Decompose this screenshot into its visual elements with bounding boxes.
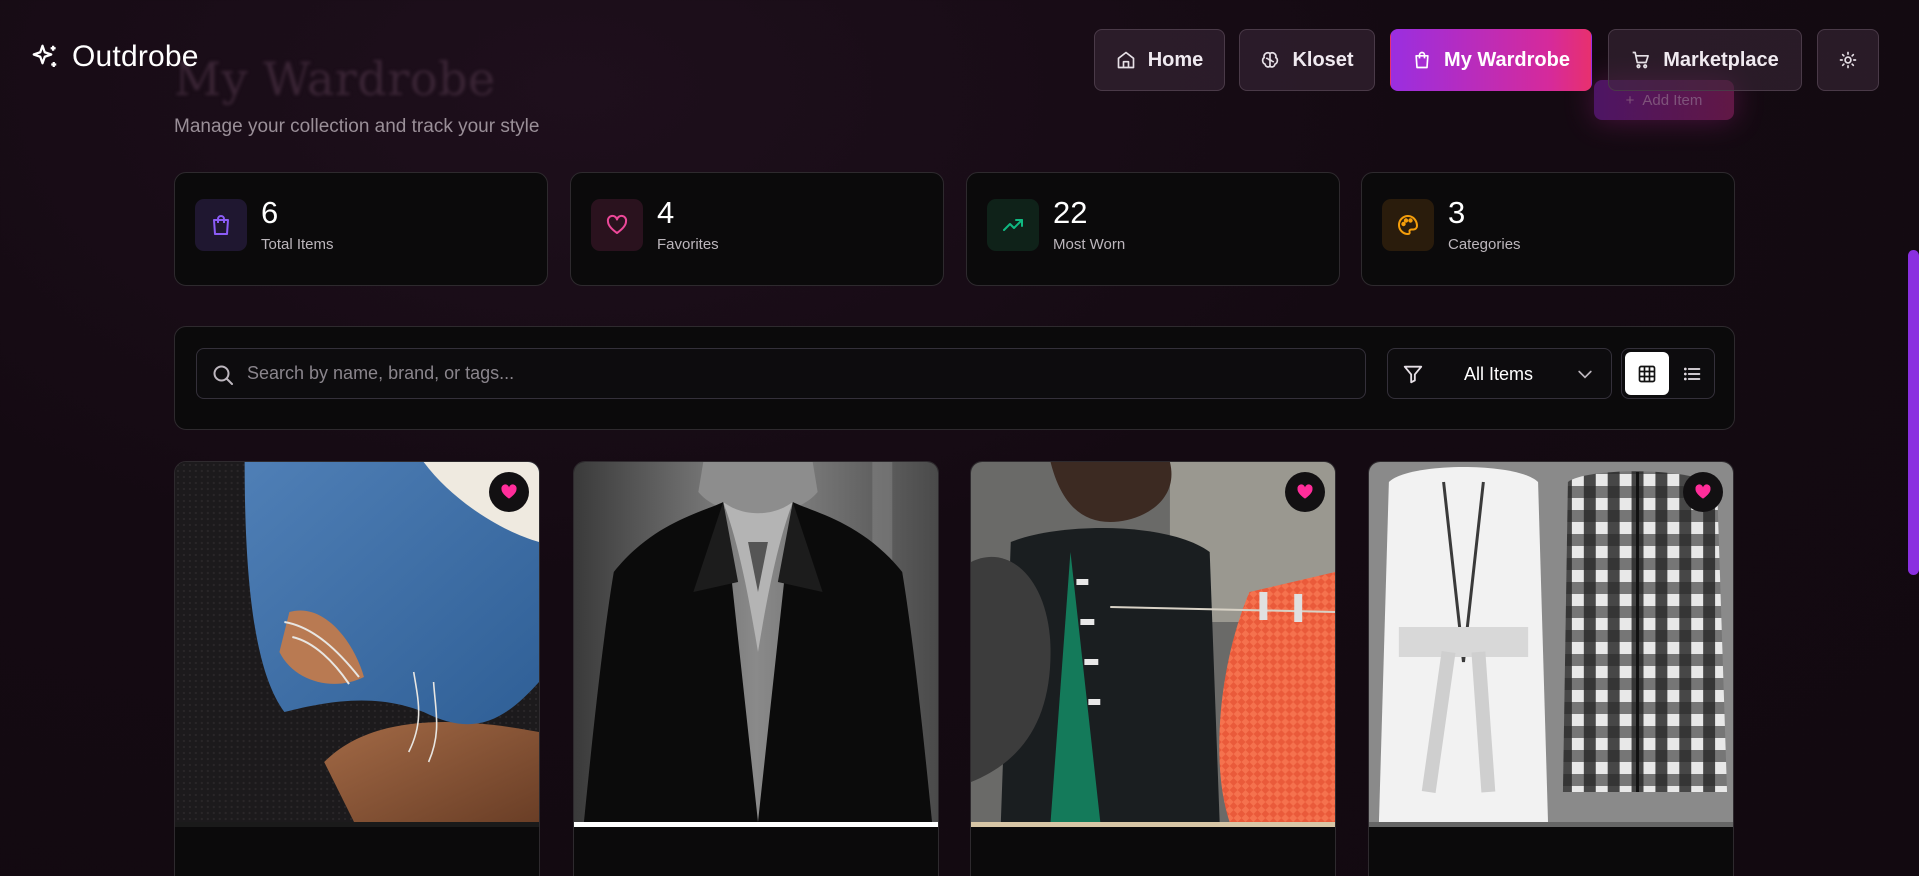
category-filter-select[interactable]: All Items (1387, 348, 1612, 399)
search-icon (213, 365, 233, 385)
favorite-button[interactable] (1683, 472, 1723, 512)
shopping-bag-icon (1415, 51, 1429, 69)
nav-home-label: Home (1147, 48, 1204, 71)
nav-marketplace-button[interactable]: Marketplace (1608, 29, 1802, 91)
view-mode-toggle (1621, 348, 1715, 399)
main-nav: Home Kloset My Wardrobe Marketplace (0, 29, 1919, 91)
shopping-bag-icon (213, 215, 229, 235)
nav-kloset-label: Kloset (1292, 48, 1354, 71)
item-strip (574, 822, 938, 827)
wardrobe-item-card[interactable] (970, 461, 1336, 876)
page-subtitle: Manage your collection and track your st… (174, 116, 540, 137)
add-item-label: Add Item (1642, 91, 1703, 109)
page-scrollbar[interactable] (1908, 250, 1919, 575)
chevron-down-icon (1578, 370, 1592, 379)
item-photo-robe-and-flannel (1369, 462, 1733, 822)
stat-value: 22 (1053, 195, 1088, 230)
item-photo-denim-shorts (175, 462, 539, 822)
theme-toggle-button[interactable] (1817, 29, 1879, 91)
stat-label: Categories (1448, 236, 1521, 253)
stat-card-categories: 3 Categories (1361, 172, 1735, 286)
home-icon (1117, 51, 1135, 69)
heart-filled-icon (501, 484, 517, 499)
heart-filled-icon (1695, 484, 1711, 499)
list-icon (1684, 367, 1701, 380)
item-photo-black-blazer (574, 462, 938, 822)
item-strip (971, 822, 1335, 827)
nav-my-wardrobe-button[interactable]: My Wardrobe (1390, 29, 1592, 91)
stat-value: 3 (1448, 195, 1466, 230)
heart-icon (606, 214, 628, 234)
search-box (196, 348, 1366, 399)
stat-label: Total Items (261, 236, 334, 253)
trending-up-icon (1003, 219, 1023, 231)
item-photo-knit-sweater (971, 462, 1335, 822)
stat-card-most-worn: 22 Most Worn (966, 172, 1340, 286)
wardrobe-item-card[interactable] (573, 461, 939, 876)
stat-icon-box (987, 199, 1039, 251)
stat-icon-box (591, 199, 643, 251)
favorite-button[interactable] (1285, 472, 1325, 512)
brain-icon (1262, 51, 1279, 68)
palette-icon (1398, 214, 1419, 236)
wardrobe-item-card[interactable] (1368, 461, 1734, 876)
filter-toolbar: All Items (174, 326, 1735, 430)
stat-value: 6 (261, 195, 279, 230)
stat-icon-box (195, 199, 247, 251)
nav-marketplace-label: Marketplace (1663, 48, 1779, 71)
item-strip (1369, 822, 1733, 827)
filter-icon (1403, 365, 1423, 384)
nav-kloset-button[interactable]: Kloset (1239, 29, 1375, 91)
stat-icon-box (1382, 199, 1434, 251)
stat-value: 4 (657, 195, 675, 230)
stat-card-favorites: 4 Favorites (570, 172, 944, 286)
grid-icon (1638, 365, 1656, 382)
plus-icon: + (1625, 91, 1635, 109)
wardrobe-item-card[interactable] (174, 461, 540, 876)
shopping-cart-icon (1632, 51, 1650, 69)
stat-card-total-items: 6 Total Items (174, 172, 548, 286)
sun-icon (1839, 51, 1857, 69)
stat-label: Most Worn (1053, 236, 1126, 253)
nav-my-wardrobe-label: My Wardrobe (1444, 48, 1570, 71)
favorite-button[interactable] (489, 472, 529, 512)
heart-filled-icon (1297, 484, 1313, 499)
stat-label: Favorites (657, 236, 719, 253)
list-view-button[interactable] (1670, 352, 1714, 395)
grid-view-button[interactable] (1625, 352, 1669, 395)
filter-selected-value: All Items (1464, 364, 1534, 384)
search-input[interactable] (247, 349, 1347, 398)
item-strip (175, 822, 539, 827)
nav-home-button[interactable]: Home (1094, 29, 1225, 91)
